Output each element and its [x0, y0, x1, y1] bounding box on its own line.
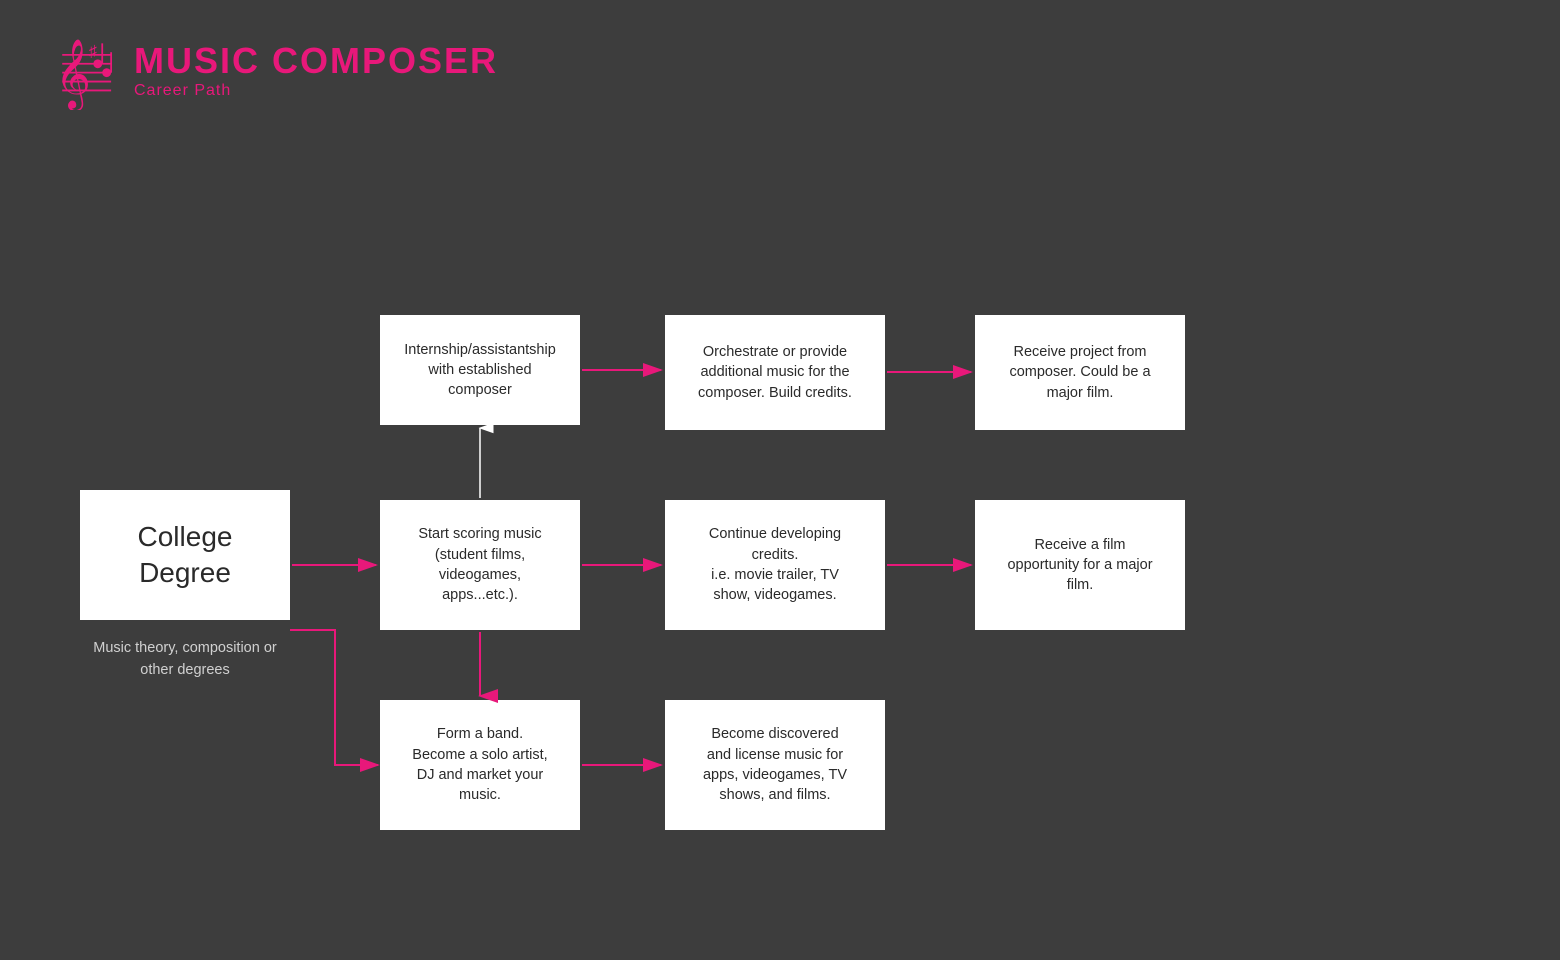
internship-box: Internship/assistantshipwith established…: [380, 315, 580, 425]
discovered-box: Become discoveredand license music forap…: [665, 700, 885, 830]
page-subtitle: Career Path: [134, 82, 498, 100]
scoring-label: Start scoring music(student films,videog…: [418, 524, 541, 605]
orchestrate-box: Orchestrate or provideadditional music f…: [665, 315, 885, 430]
band-box: Form a band.Become a solo artist,DJ and …: [380, 700, 580, 830]
scoring-box: Start scoring music(student films,videog…: [380, 500, 580, 630]
arrow-college-to-band: [290, 630, 378, 765]
svg-text:♯: ♯: [89, 44, 97, 61]
treble-clef-icon: 𝄞 ♯: [40, 30, 120, 110]
header-text: MUSIC COMPOSER Career Path: [134, 40, 498, 100]
college-subtitle-text: Music theory, composition or other degre…: [93, 640, 276, 678]
credits-box: Continue developingcredits.i.e. movie tr…: [665, 500, 885, 630]
college-degree-label: CollegeDegree: [138, 519, 233, 592]
receive-project-box: Receive project fromcomposer. Could be a…: [975, 315, 1185, 430]
page-title: MUSIC COMPOSER: [134, 40, 498, 82]
discovered-label: Become discoveredand license music forap…: [703, 724, 847, 805]
career-path-diagram: CollegeDegree Music theory, composition …: [0, 170, 1560, 960]
film-opportunity-box: Receive a filmopportunity for a majorfil…: [975, 500, 1185, 630]
header: 𝄞 ♯ MUSIC COMPOSER Career Path: [40, 30, 498, 110]
credits-label: Continue developingcredits.i.e. movie tr…: [709, 524, 841, 605]
college-subtitle: Music theory, composition or other degre…: [80, 638, 290, 682]
receive-project-label: Receive project fromcomposer. Could be a…: [1009, 342, 1150, 403]
svg-text:𝄞: 𝄞: [55, 40, 91, 110]
college-degree-box: CollegeDegree: [80, 490, 290, 620]
orchestrate-label: Orchestrate or provideadditional music f…: [698, 342, 852, 403]
band-label: Form a band.Become a solo artist,DJ and …: [412, 724, 547, 805]
film-opportunity-label: Receive a filmopportunity for a majorfil…: [1007, 535, 1152, 596]
internship-label: Internship/assistantshipwith established…: [404, 340, 556, 401]
